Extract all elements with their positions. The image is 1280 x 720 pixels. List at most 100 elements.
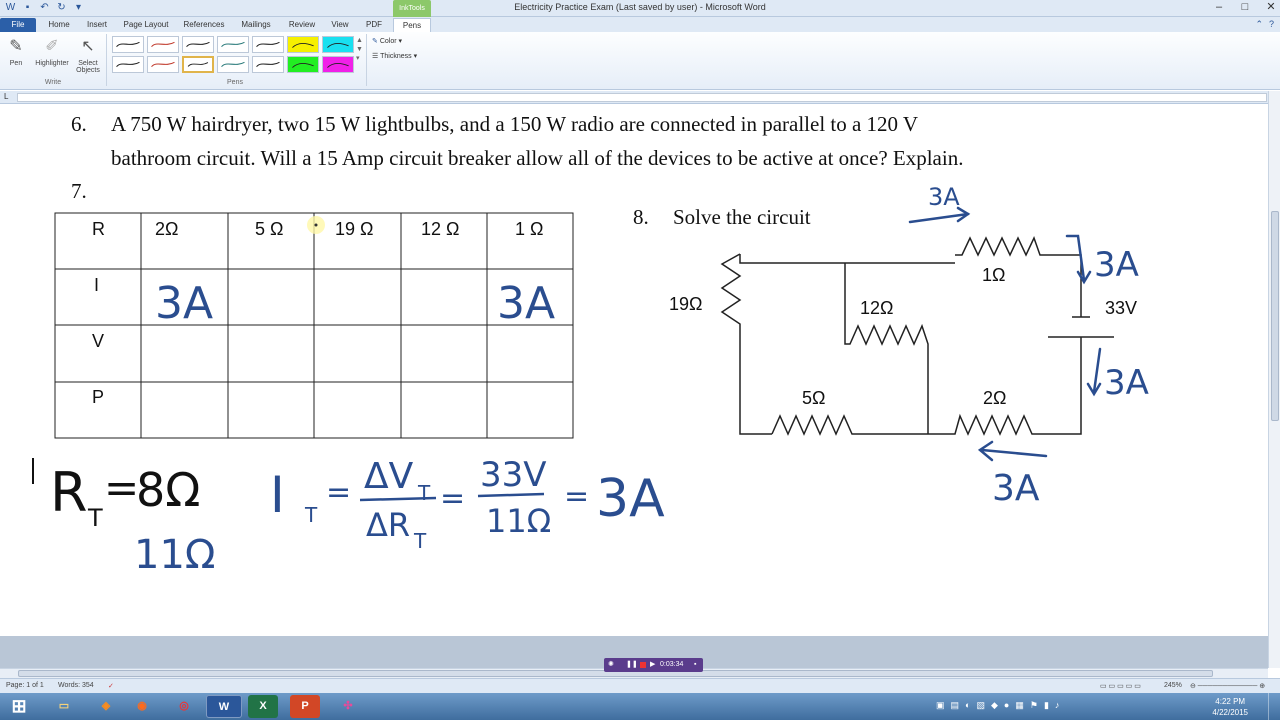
chrome-icon[interactable]: ◎: [166, 695, 202, 718]
drawing-layer: R I V P 2Ω 5 Ω 19 Ω 12 Ω 1 Ω 3A 3A 1Ω 19…: [32, 183, 1149, 578]
pens-group-label: Pens: [227, 79, 243, 86]
color-dropdown[interactable]: ✎ Color ▾: [372, 37, 402, 45]
word-icon[interactable]: W: [206, 695, 242, 718]
tab-pens[interactable]: Pens: [393, 18, 431, 32]
zoom-level[interactable]: 245%: [1164, 682, 1182, 689]
play-icon[interactable]: ▶: [650, 658, 655, 672]
tab-pdf[interactable]: PDF: [362, 18, 386, 32]
pen-preset[interactable]: [147, 56, 179, 73]
tab-insert[interactable]: Insert: [82, 18, 112, 32]
vertical-scroll-thumb[interactable]: [1271, 211, 1279, 421]
row-header-r: R: [92, 219, 105, 239]
tab-mailings[interactable]: Mailings: [237, 18, 275, 32]
tab-home[interactable]: Home: [44, 18, 74, 32]
pen-preset[interactable]: [217, 36, 249, 53]
tray-icon[interactable]: ▣: [936, 700, 945, 711]
network-icon[interactable]: ▮: [1044, 700, 1049, 711]
resistor-1ohm-label: 1Ω: [982, 265, 1005, 285]
windows-taskbar: ⊞ ▭ ◈ ◉ ◎ W X P ✣ ▣ ▤ ◐ ▧ ◆ ● ▦ ⚑ ▮ ♪ 4:…: [0, 693, 1280, 720]
tab-stop-selector[interactable]: L: [4, 92, 8, 101]
ink-equals-2: =: [440, 481, 465, 516]
document-page[interactable]: 6. A 750 W hairdryer, two 15 W lightbulb…: [0, 104, 1268, 636]
tray-icon[interactable]: ●: [1004, 700, 1009, 711]
pen-preset[interactable]: [182, 36, 214, 53]
file-explorer-icon[interactable]: ▭: [46, 695, 82, 718]
highlighter-preset[interactable]: [322, 36, 354, 53]
highlighter-icon: ✐: [45, 38, 59, 55]
volume-icon[interactable]: ♪: [1055, 700, 1060, 711]
recorder-menu-icon[interactable]: ▪: [694, 658, 696, 672]
resistor-5ohm-label: 5Ω: [802, 388, 825, 408]
start-button[interactable]: ⊞: [2, 695, 36, 718]
maximize-button[interactable]: □: [1240, 1, 1250, 13]
vertical-scrollbar[interactable]: [1268, 91, 1280, 668]
thickness-icon: ☰: [372, 53, 379, 60]
tray-icon[interactable]: ▦: [1015, 700, 1024, 711]
resistance-cell: 2Ω: [155, 219, 178, 239]
ink-equals-3: =: [564, 479, 589, 514]
thickness-dropdown[interactable]: ☰ Thickness ▾: [372, 52, 417, 60]
screen-recorder-bar[interactable]: ✺ ❚❚ ▶ 0:03:34 ▪: [604, 658, 703, 672]
tab-file[interactable]: File: [0, 18, 36, 32]
highlighter-label: Highlighter: [35, 60, 69, 67]
title-bar: W ▪ ↶ ↻ ▾ Electricity Practice Exam (Las…: [0, 0, 1280, 17]
show-desktop-button[interactable]: [1268, 693, 1280, 720]
word-count[interactable]: Words: 354: [58, 682, 94, 689]
taskbar-clock[interactable]: 4:22 PM 4/22/2015: [1212, 696, 1248, 718]
ink-denominator: 11Ω: [486, 502, 551, 540]
ink-rt-symbol: R: [50, 461, 88, 524]
tab-references[interactable]: References: [181, 18, 227, 32]
values-table: [54, 212, 574, 439]
powerpoint-icon[interactable]: P: [290, 695, 320, 718]
pause-icon[interactable]: ❚❚: [626, 658, 638, 672]
page-count[interactable]: Page: 1 of 1: [6, 682, 44, 689]
pen-preset[interactable]: [147, 36, 179, 53]
pen-preset[interactable]: [252, 56, 284, 73]
pen-preset[interactable]: [182, 56, 214, 73]
group-separator: [106, 34, 107, 86]
resistor-12ohm-label: 12Ω: [860, 298, 893, 318]
pen-preset[interactable]: [252, 36, 284, 53]
excel-icon[interactable]: X: [248, 695, 278, 718]
minimize-button[interactable]: –: [1214, 1, 1224, 13]
highlighter-preset[interactable]: [287, 56, 319, 73]
select-objects-button[interactable]: ↖ Select Objects: [74, 36, 102, 74]
tray-icon[interactable]: ▤: [951, 700, 960, 711]
ink-equals-1: =: [326, 475, 351, 510]
resistance-cell: 19 Ω: [335, 219, 373, 239]
highlighter-tool-button[interactable]: ✐ Highlighter: [30, 36, 74, 67]
horizontal-ruler[interactable]: L: [0, 91, 1280, 104]
tray-icon[interactable]: ▧: [976, 700, 985, 711]
group-separator: [366, 34, 367, 86]
tray-icon[interactable]: ◐: [965, 700, 970, 711]
tab-view[interactable]: View: [327, 18, 353, 32]
tab-page-layout[interactable]: Page Layout: [122, 18, 170, 32]
pen-preset[interactable]: [217, 56, 249, 73]
pen-preset[interactable]: [112, 36, 144, 53]
close-button[interactable]: ✕: [1266, 1, 1276, 13]
flag-icon[interactable]: ⚑: [1030, 700, 1038, 711]
select-objects-label: Select Objects: [76, 60, 100, 74]
minimize-ribbon-icon[interactable]: ⌃: [1255, 19, 1263, 30]
pen-preset[interactable]: [112, 56, 144, 73]
write-group-label: Write: [44, 79, 62, 86]
ribbon-tabs: File Home Insert Page Layout References …: [0, 17, 1280, 32]
ink-rt-crossed-value: 8Ω: [136, 463, 200, 517]
proofing-icon[interactable]: ✓: [108, 682, 114, 690]
firefox-icon[interactable]: ◉: [124, 695, 160, 718]
stop-icon[interactable]: [640, 662, 646, 668]
help-icon[interactable]: ?: [1269, 19, 1274, 30]
highlighter-preset[interactable]: [322, 56, 354, 73]
resistor-2ohm-label: 2Ω: [983, 388, 1006, 408]
slack-icon[interactable]: ✣: [330, 695, 366, 718]
view-buttons[interactable]: ▭ ▭ ▭ ▭ ▭: [1100, 682, 1141, 690]
pen-tool-button[interactable]: ✎ Pen: [4, 36, 28, 67]
tab-review[interactable]: Review: [285, 18, 319, 32]
resistance-cell: 12 Ω: [421, 219, 459, 239]
tray-icon[interactable]: ◆: [991, 700, 998, 711]
tool-icon[interactable]: ◈: [88, 695, 124, 718]
pen-icon: ✎: [9, 38, 23, 55]
window-title: Electricity Practice Exam (Last saved by…: [514, 2, 766, 12]
highlighter-preset[interactable]: [287, 36, 319, 53]
zoom-slider[interactable]: ⊖ ──────────── ⊕: [1190, 682, 1265, 690]
